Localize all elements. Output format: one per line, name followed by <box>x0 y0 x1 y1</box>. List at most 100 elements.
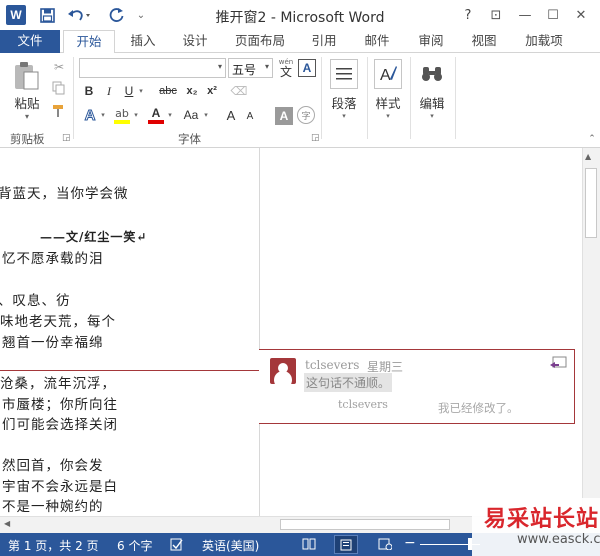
font-launcher-icon[interactable]: ◲ <box>311 133 320 143</box>
page-count[interactable]: 第 1 页，共 2 页 <box>8 537 99 554</box>
tab-page-layout[interactable]: 页面布局 <box>230 30 290 53</box>
document-line: 背蓝天，当你学会微 <box>0 186 129 202</box>
tab-addins[interactable]: 加载项 <box>518 30 570 53</box>
zoom-out-icon[interactable]: − <box>404 535 416 551</box>
reply-text[interactable]: 我已经修改了。 <box>438 400 519 416</box>
styles-icon[interactable]: A <box>374 59 402 89</box>
italic-button[interactable]: I <box>101 82 117 100</box>
redo-icon[interactable] <box>106 4 128 26</box>
font-size-select[interactable]: 五号 ▾ <box>228 58 273 78</box>
print-layout-icon[interactable] <box>334 535 358 554</box>
close-button[interactable]: ✕ <box>569 4 593 26</box>
divider <box>367 57 368 139</box>
change-case-button[interactable]: Aa <box>180 105 202 125</box>
shrink-font-button[interactable]: A <box>243 106 257 126</box>
comment-text[interactable]: 这句话不通顺。 <box>304 373 393 392</box>
divider <box>73 57 74 139</box>
paste-icon[interactable] <box>10 59 44 93</box>
copy-icon[interactable] <box>50 79 68 97</box>
format-painter-icon[interactable] <box>50 102 68 120</box>
tab-view[interactable]: 视图 <box>465 30 503 53</box>
binoculars-icon[interactable] <box>418 59 446 89</box>
word-count[interactable]: 6 个字 <box>117 537 152 554</box>
divider <box>455 57 456 139</box>
chevron-down-icon[interactable]: ▾ <box>166 109 174 121</box>
underline-dropdown-icon[interactable]: ▾ <box>136 84 146 98</box>
watermark-url: www.easck.com <box>517 532 600 547</box>
chevron-down-icon: ▾ <box>264 62 269 71</box>
document-line: 然回首，你会发 <box>2 458 104 474</box>
language-indicator[interactable]: 英语(美国) <box>202 537 259 554</box>
chevron-down-icon[interactable]: ▾ <box>383 111 393 121</box>
chevron-down-icon[interactable]: ▾ <box>427 111 437 121</box>
paste-dropdown-icon[interactable]: ▾ <box>20 111 34 121</box>
character-shading-button[interactable]: A <box>275 107 293 125</box>
document-line: 们可能会选择关闭 <box>2 417 118 433</box>
undo-icon[interactable] <box>64 4 94 26</box>
document-line: 味地老天荒，每个 <box>0 314 116 330</box>
proofing-icon[interactable] <box>170 538 184 554</box>
enclose-characters-button[interactable]: 字 <box>297 106 315 124</box>
font-color-icon[interactable]: A <box>146 104 166 126</box>
font-name-select[interactable]: ▾ <box>79 58 226 78</box>
tab-references[interactable]: 引用 <box>305 30 343 53</box>
phonetic-guide-icon[interactable]: wén 文 <box>276 56 296 80</box>
font-size-value: 五号 <box>232 63 257 77</box>
word-logo[interactable]: W <box>6 5 26 25</box>
tab-review[interactable]: 审阅 <box>412 30 450 53</box>
grow-font-button[interactable]: A <box>223 104 239 126</box>
document-line: 不是一种婉约的 <box>2 499 104 515</box>
ribbon-display-options-button[interactable]: ⊡ <box>484 4 508 26</box>
ribbon-tabs: 文件 开始 插入 设计 页面布局 引用 邮件 审阅 视图 加载项 <box>0 30 600 54</box>
styles-button[interactable]: 样式 <box>370 93 406 111</box>
editing-button[interactable]: 编辑 <box>414 93 450 111</box>
document-line: 宇宙不会永远是白 <box>2 479 118 495</box>
tab-home[interactable]: 开始 <box>63 30 115 54</box>
clear-formatting-icon[interactable]: ⌫ <box>230 82 248 100</box>
paragraph-button[interactable]: 段落 <box>326 93 362 111</box>
collapse-ribbon-icon[interactable]: ⌃ <box>586 133 598 145</box>
tab-design[interactable]: 设计 <box>176 30 214 53</box>
character-border-icon[interactable]: A <box>298 59 316 77</box>
document-line: ——文/红尘一笑↵ <box>40 230 148 244</box>
chevron-down-icon[interactable]: ▾ <box>339 111 349 121</box>
maximize-button[interactable]: ☐ <box>541 4 565 26</box>
clipboard-group-label: 剪贴板 <box>10 132 45 146</box>
strikethrough-button[interactable]: abc <box>155 82 181 100</box>
tab-mailings[interactable]: 邮件 <box>358 30 396 53</box>
paste-button[interactable]: 粘贴 <box>8 93 46 111</box>
tab-insert[interactable]: 插入 <box>124 30 162 53</box>
customize-qat-icon[interactable]: ⌄ <box>130 4 152 26</box>
cut-icon[interactable]: ✂ <box>50 58 68 76</box>
superscript-button[interactable]: x² <box>203 82 221 100</box>
svg-text:A: A <box>380 67 391 84</box>
vertical-scroll-thumb[interactable] <box>585 168 597 238</box>
comment-author: tclsevers <box>305 358 360 372</box>
tab-file[interactable]: 文件 <box>0 30 60 53</box>
chevron-down-icon[interactable]: ▾ <box>202 109 210 121</box>
text-effects-button[interactable]: A <box>81 105 99 125</box>
avatar <box>270 358 296 384</box>
read-mode-icon[interactable] <box>302 538 316 553</box>
highlight-icon[interactable]: ab <box>112 104 132 126</box>
comment-connector-line <box>0 370 260 371</box>
web-layout-icon[interactable] <box>378 538 393 553</box>
subscript-button[interactable]: x₂ <box>183 82 201 100</box>
horizontal-scroll-thumb[interactable] <box>280 519 450 530</box>
chevron-down-icon[interactable]: ▾ <box>99 109 107 121</box>
reply-icon[interactable] <box>549 356 567 370</box>
minimize-button[interactable]: — <box>513 4 537 26</box>
underline-button[interactable]: U <box>121 82 137 100</box>
bold-button[interactable]: B <box>81 82 97 100</box>
clipboard-launcher-icon[interactable]: ◲ <box>62 133 71 143</box>
document-page[interactable]: 背蓝天，当你学会微 ——文/红尘一笑↵ 忆不愿承载的泪 、叹息、彷 味地老天荒，… <box>0 148 582 516</box>
scroll-up-icon[interactable]: ▲ <box>585 152 591 161</box>
watermark-text: 易采站长站 <box>484 506 600 532</box>
document-line: 、叹息、彷 <box>0 293 71 309</box>
paragraph-icon[interactable] <box>330 59 358 89</box>
help-button[interactable]: ? <box>456 4 480 26</box>
markup-area-divider <box>259 148 260 516</box>
chevron-down-icon[interactable]: ▾ <box>132 109 140 121</box>
scroll-left-icon[interactable]: ◀ <box>4 519 10 528</box>
save-icon[interactable] <box>36 4 58 26</box>
